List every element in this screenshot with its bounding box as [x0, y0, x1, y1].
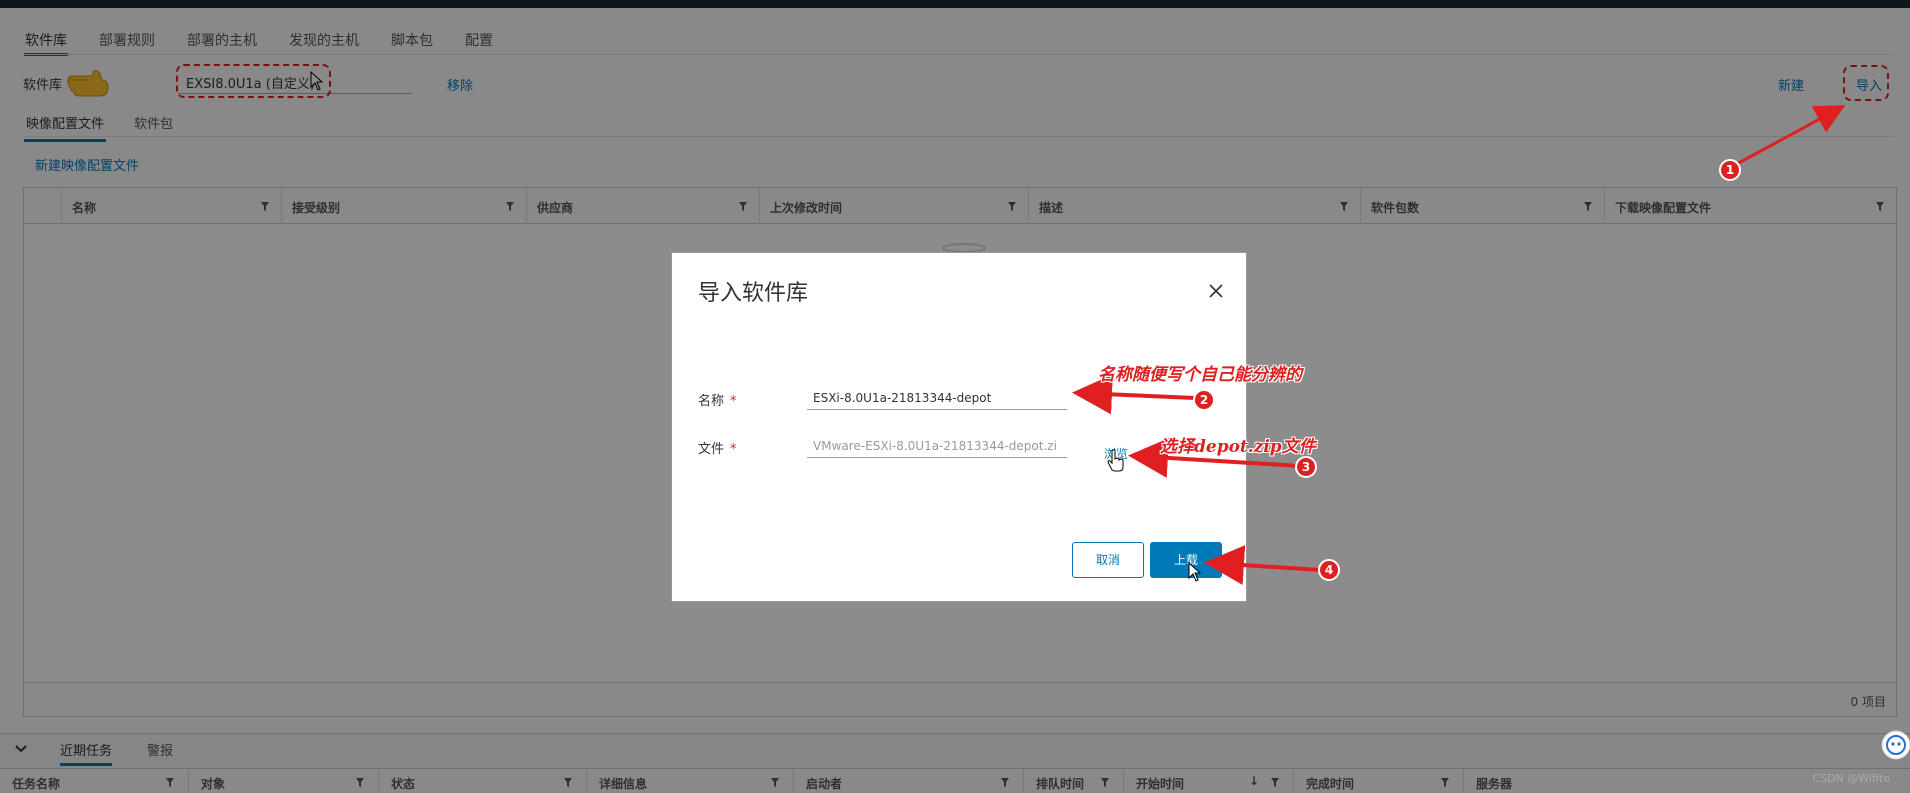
required-marker: * [730, 394, 737, 409]
hand-cursor-icon [1107, 449, 1124, 472]
close-icon[interactable] [1208, 283, 1224, 299]
name-field-label: 名称 * [698, 390, 737, 409]
required-marker: * [730, 442, 737, 457]
import-depot-dialog: 导入软件库 名称* 文件* 浏览 取消 上载 [671, 252, 1247, 602]
file-input[interactable] [807, 434, 1067, 458]
assistant-bot-icon[interactable] [1880, 727, 1910, 763]
file-field-label: 文件 * [698, 438, 737, 457]
name-input[interactable] [807, 386, 1067, 410]
file-label-text: 文件 [698, 442, 725, 457]
step-marker-3: 3 [1295, 456, 1317, 478]
cancel-button[interactable]: 取消 [1072, 542, 1144, 578]
cursor-icon [1188, 562, 1202, 582]
step-marker-1: 1 [1719, 159, 1741, 181]
name-label-text: 名称 [698, 394, 725, 409]
upload-button[interactable]: 上载 [1150, 542, 1222, 578]
step-marker-2: 2 [1193, 389, 1215, 411]
step-marker-4: 4 [1318, 559, 1340, 581]
annotation-file-note: 选择depot.zip文件 [1160, 437, 1316, 457]
dialog-title: 导入软件库 [698, 281, 809, 306]
watermark: CSDN @Wifite [1812, 772, 1890, 785]
annotation-name-note: 名称随便写个自己能分辨的 [1098, 365, 1302, 385]
